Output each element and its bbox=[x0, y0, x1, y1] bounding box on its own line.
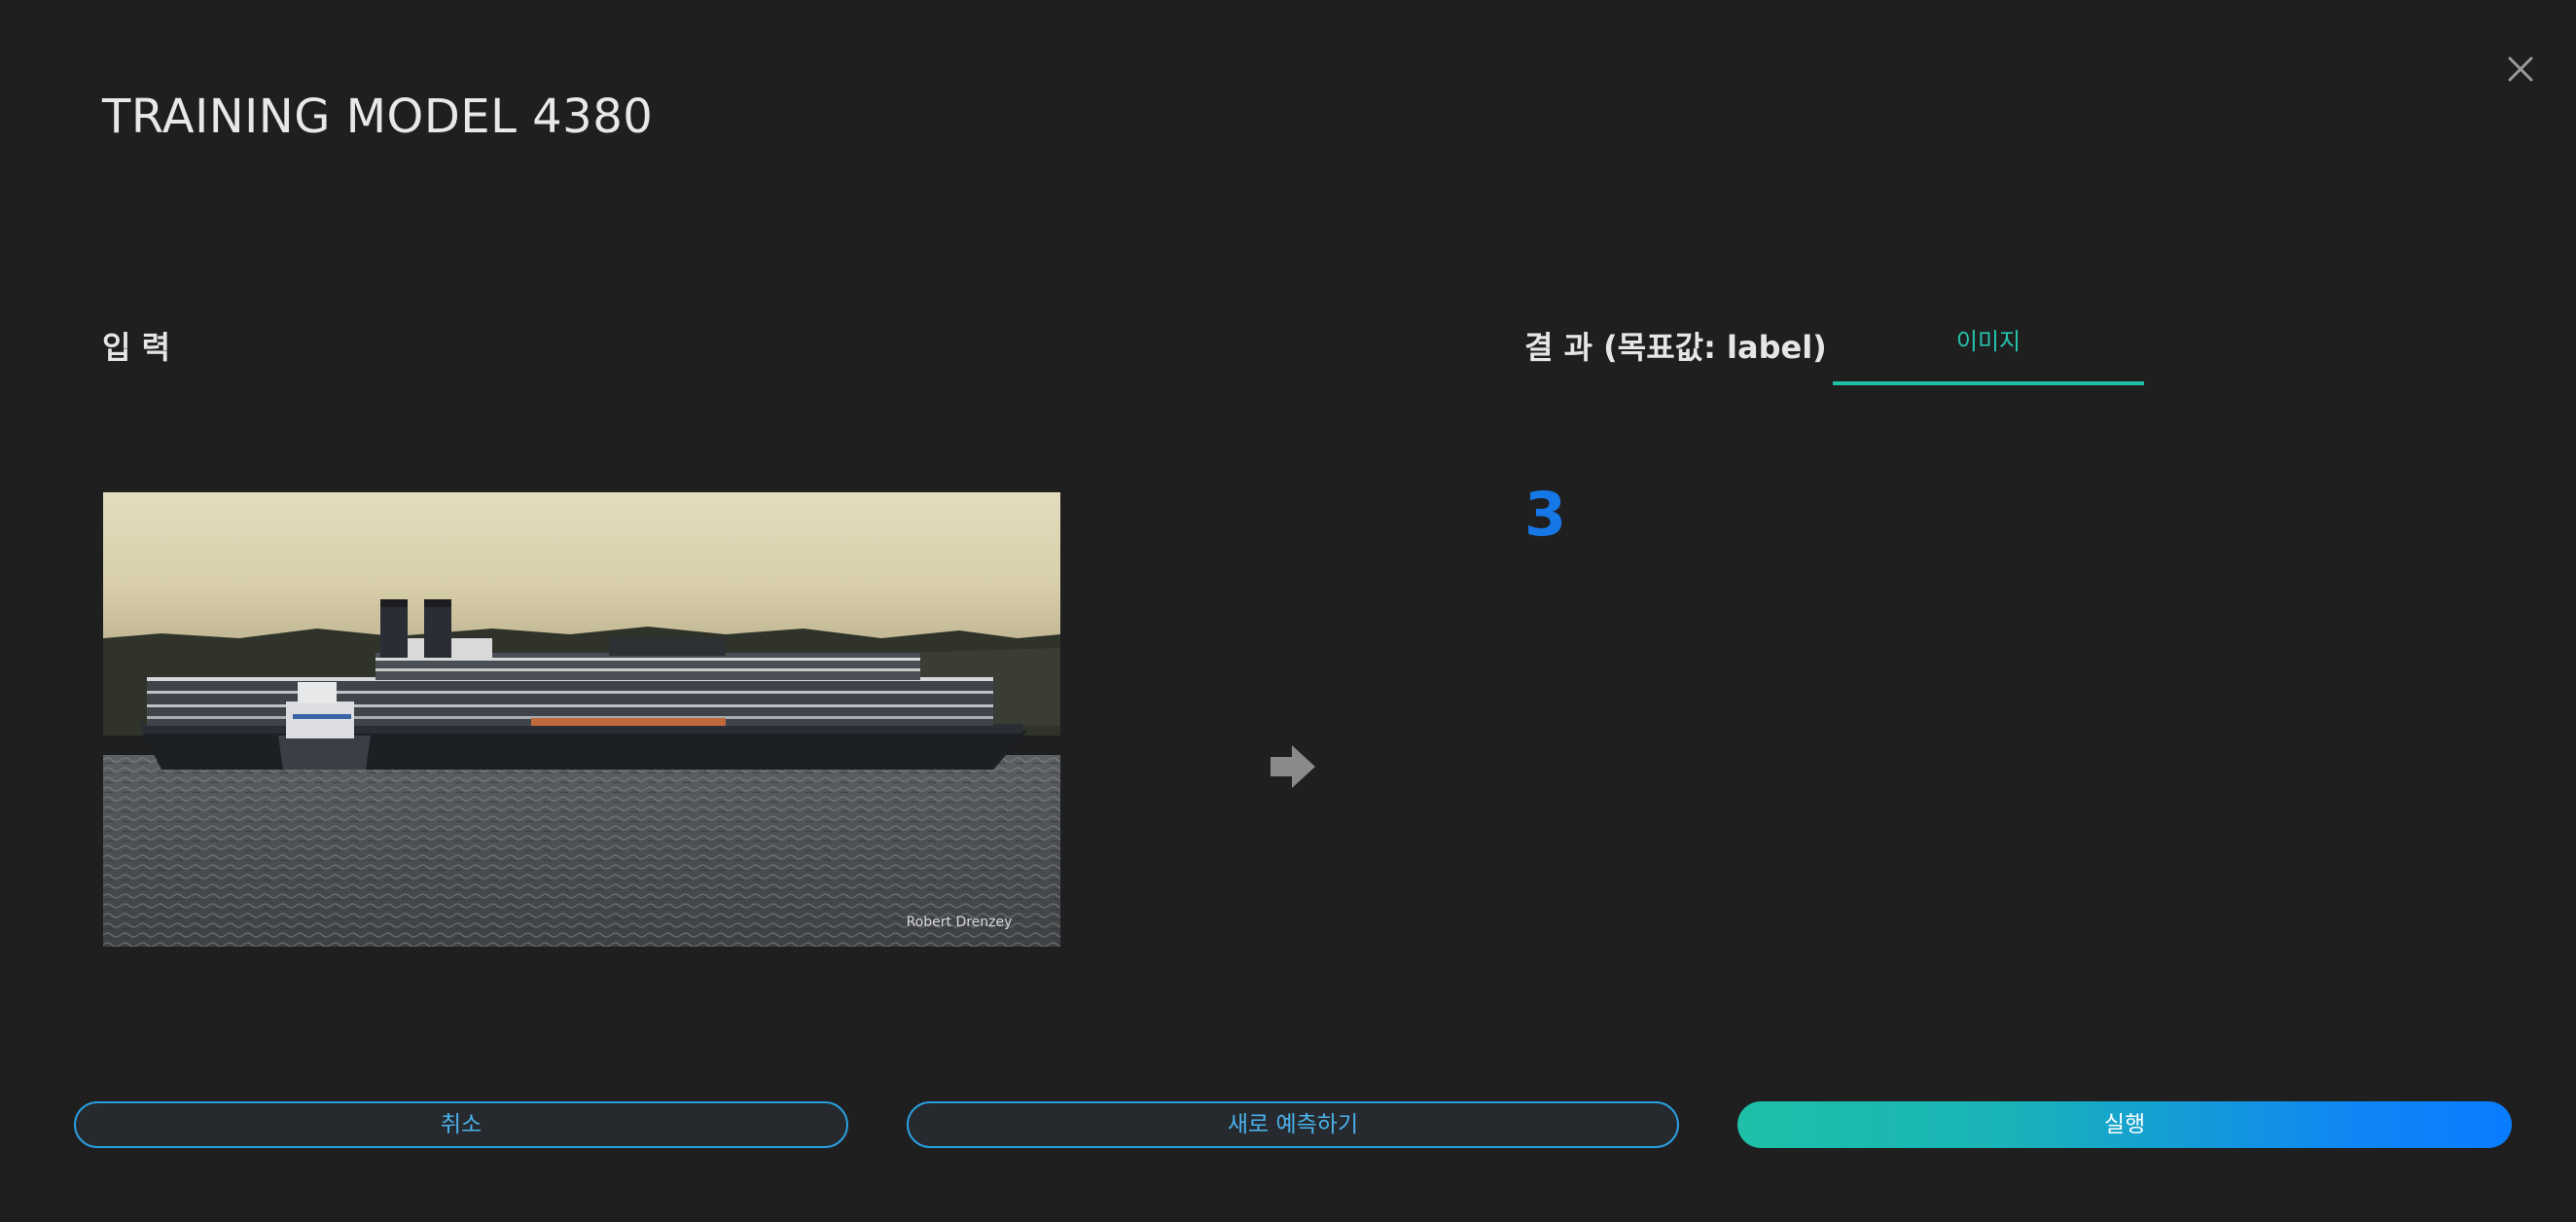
arrow-right-icon bbox=[1269, 743, 1317, 790]
cancel-button[interactable]: 취소 bbox=[74, 1101, 848, 1148]
tab-image[interactable]: 이미지 bbox=[1833, 309, 2144, 385]
run-button[interactable]: 실행 bbox=[1737, 1101, 2512, 1148]
image-watermark: Robert Drenzey bbox=[907, 915, 1013, 930]
close-icon bbox=[2508, 56, 2533, 82]
result-section-label: 결 과 (목표값: label) bbox=[1524, 329, 1827, 366]
training-model-dialog: TRAINING MODEL 4380 입 력 결 과 (목표값: label)… bbox=[0, 0, 2576, 1222]
dialog-title: TRAINING MODEL 4380 bbox=[102, 90, 654, 144]
result-value: 3 bbox=[1524, 479, 1567, 550]
input-image: Robert Drenzey bbox=[103, 492, 1060, 947]
input-section-label: 입 력 bbox=[102, 329, 171, 366]
new-predict-button[interactable]: 새로 예측하기 bbox=[907, 1101, 1679, 1148]
close-button[interactable] bbox=[2504, 53, 2537, 86]
